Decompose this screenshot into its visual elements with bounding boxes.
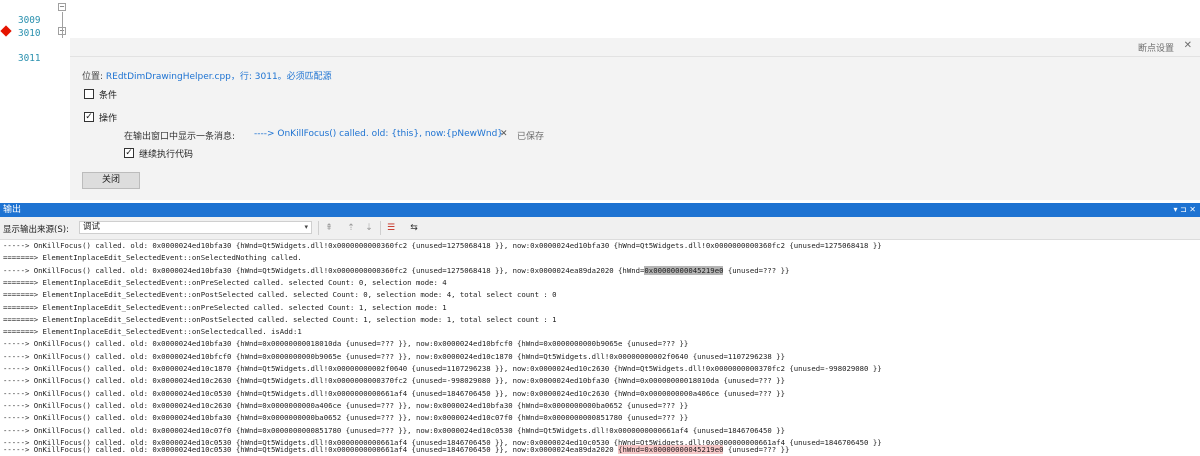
chevron-down-icon: ▾ [304, 223, 308, 231]
output-line: =======> ElementInplaceEdit_SelectedEven… [3, 277, 447, 287]
continue-execution-checkbox[interactable]: ✓ [124, 148, 134, 158]
breakpoint-settings-titlebar: 断点设置 ✕ [70, 38, 1200, 57]
output-source-label: 显示输出来源(S): [3, 225, 69, 235]
word-wrap-icon[interactable]: ⇆ [408, 222, 420, 234]
output-title: 输出 [3, 205, 22, 215]
window-controls-icon[interactable]: ▾ ⊐ ✕ [1173, 203, 1196, 217]
action-label: 操作 [99, 114, 118, 124]
clear-all-icon[interactable]: ☰ [385, 222, 397, 234]
output-line: =======> ElementInplaceEdit_SelectedEven… [3, 253, 302, 263]
breakpoint-settings-title: 断点设置 [1137, 44, 1174, 54]
output-line: -----> OnKillFocus() called. old: 0x0000… [3, 351, 785, 361]
code-editor[interactable]: 3009 − void CustomEdit::OnKillFocus(CWnd… [0, 0, 1200, 90]
output-line: -----> OnKillFocus() called. old: 0x0000… [3, 400, 689, 410]
output-line: =======> ElementInplaceEdit_SelectedEven… [3, 314, 557, 324]
output-line: -----> OnKillFocus() called. old: 0x0000… [3, 376, 785, 386]
output-line: -----> OnKillFocus() called. old: 0x0000… [3, 413, 689, 423]
output-line: =======> ElementInplaceEdit_SelectedEven… [3, 290, 557, 300]
toolbar-separator [318, 221, 319, 235]
output-line: -----> OnKillFocus() called. old: 0x0000… [3, 265, 790, 275]
action-checkbox[interactable]: ✓ [84, 112, 94, 122]
output-line: -----> OnKillFocus() called. old: 0x0000… [3, 241, 882, 250]
action-message-input[interactable]: ----> OnKillFocus() called. old: {this},… [254, 129, 503, 139]
collapse-icon[interactable]: − [58, 3, 66, 11]
output-source-select[interactable]: 调试 ▾ [79, 221, 312, 234]
previous-message-icon[interactable]: ⇡ [345, 222, 357, 234]
remove-action-icon[interactable]: ✕ [500, 129, 508, 139]
code-line-3009[interactable]: 3009 − void CustomEdit::OnKillFocus(CWnd… [0, 1, 1200, 53]
output-text-area[interactable]: -----> OnKillFocus() called. old: 0x0000… [0, 240, 1200, 455]
saved-status: 已保存 [517, 132, 545, 142]
breakpoint-settings-panel: 断点设置 ✕ 位置: REdtDimDrawingHelper.cpp，行: 3… [70, 38, 1200, 200]
close-icon[interactable]: ✕ [1184, 40, 1192, 51]
breakpoint-location: 位置: REdtDimDrawingHelper.cpp，行: 3011。必须匹… [82, 69, 332, 82]
output-line: -----> OnKillFocus() called. old: 0x0000… [3, 445, 790, 454]
line-number: 3011 [18, 53, 41, 64]
next-message-icon[interactable]: ⇣ [363, 222, 375, 234]
selected-text[interactable]: 0x00000000045219e0 [644, 265, 724, 275]
outline-guide [62, 12, 63, 38]
breakpoint-icon[interactable] [0, 25, 12, 37]
output-source-value: 调试 [83, 222, 101, 232]
location-link[interactable]: REdtDimDrawingHelper.cpp，行: 3011。必须匹配源 [106, 72, 332, 82]
toolbar-separator [380, 221, 381, 235]
output-line: =======> ElementInplaceEdit_SelectedEven… [3, 302, 447, 312]
output-line: =======> ElementInplaceEdit_SelectedEven… [3, 327, 302, 337]
condition-checkbox[interactable] [84, 89, 94, 99]
output-line: -----> OnKillFocus() called. old: 0x0000… [3, 364, 882, 373]
highlighted-text[interactable]: {hWnd=0x00000000045219e0 [618, 445, 724, 454]
output-line: -----> OnKillFocus() called. old: 0x0000… [3, 339, 689, 349]
output-line: -----> OnKillFocus() called. old: 0x0000… [3, 388, 785, 398]
continue-execution-label: 继续执行代码 [139, 150, 194, 160]
output-window-header: 输出 ▾ ⊐ ✕ [0, 203, 1200, 217]
output-line: -----> OnKillFocus() called. old: 0x0000… [3, 425, 785, 435]
action-prompt: 在输出窗口中显示一条消息: [124, 132, 236, 142]
location-prefix: 位置: [82, 72, 106, 82]
find-message-icon[interactable]: ⇞ [323, 222, 335, 234]
output-toolbar: 显示输出来源(S): 调试 ▾ ⇞ ⇡ ⇣ ☰ ⇆ [0, 217, 1200, 240]
close-button[interactable]: 关闭 [82, 172, 140, 189]
condition-label: 条件 [99, 91, 118, 101]
